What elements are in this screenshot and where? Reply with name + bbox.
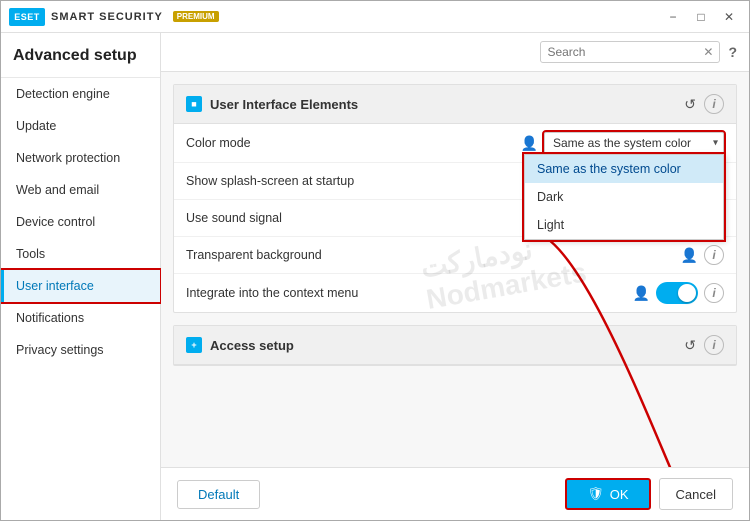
bottom-right-buttons: 🛡 OK Cancel	[565, 478, 733, 510]
section-header-access: + Access setup ↺ i	[174, 326, 736, 365]
ok-button[interactable]: 🛡 OK	[565, 478, 650, 510]
sidebar-item-notifications[interactable]: Notifications	[1, 302, 160, 334]
sidebar-item-web-email[interactable]: Web and email	[1, 174, 160, 206]
app-name: SMART SECURITY	[51, 11, 163, 23]
transparent-control: 👤 i	[681, 245, 724, 265]
cancel-button[interactable]: Cancel	[659, 478, 733, 510]
eset-logo-icon: ESET	[9, 8, 45, 26]
minimize-button[interactable]: −	[661, 7, 685, 27]
color-mode-dropdown-container: Same as the system color ▾ Same as the s…	[544, 132, 724, 154]
integrate-control: 👤 i	[633, 282, 724, 304]
dropdown-option-same[interactable]: Same as the system color	[525, 155, 723, 183]
person-icon-4: 👤	[681, 247, 698, 264]
transparent-bg-label: Transparent background	[186, 248, 681, 262]
maximize-button[interactable]: □	[689, 7, 713, 27]
color-mode-label: Color mode	[186, 136, 521, 150]
integrate-context-label: Integrate into the context menu	[186, 286, 633, 300]
close-button[interactable]: ✕	[717, 7, 741, 27]
color-mode-dropdown[interactable]: Same as the system color	[544, 132, 724, 154]
color-mode-control: 👤 Same as the system color ▾ Same as the…	[521, 132, 724, 154]
content-inner: نودمارکتNodmarkets	[161, 72, 749, 467]
search-clear-button[interactable]: ✕	[703, 45, 713, 59]
section-actions: ↺ i	[684, 94, 724, 114]
section-icon: ■	[186, 96, 202, 112]
section-info-button[interactable]: i	[704, 94, 724, 114]
section-title: User Interface Elements	[210, 97, 358, 112]
integrate-toggle[interactable]	[656, 282, 698, 304]
integrate-info-button[interactable]: i	[704, 283, 724, 303]
sidebar-header: Advanced setup	[1, 33, 160, 78]
access-section-title: Access setup	[210, 338, 294, 353]
transparent-bg-row: Transparent background 👤 i	[174, 237, 736, 274]
person-icon-5: 👤	[633, 285, 650, 302]
sidebar-item-user-interface[interactable]: User interface	[1, 270, 160, 302]
search-input[interactable]	[547, 45, 703, 59]
main-window: ESET SMART SECURITY PREMIUM − □ ✕ Advanc…	[0, 0, 750, 521]
search-box: ✕	[540, 41, 720, 63]
person-icon: 👤	[521, 135, 538, 152]
help-button[interactable]: ?	[728, 44, 737, 60]
color-mode-row: Color mode 👤 Same as the system color ▾	[174, 124, 736, 163]
sidebar-item-update[interactable]: Update	[1, 110, 160, 142]
window-controls: − □ ✕	[661, 7, 741, 27]
toggle-knob	[678, 284, 696, 302]
reset-button[interactable]: ↺	[684, 96, 696, 113]
sidebar: Advanced setup Detection engine Update N…	[1, 33, 161, 520]
dropdown-option-dark[interactable]: Dark	[525, 183, 723, 211]
section-header-ui-elements: ■ User Interface Elements ↺ i	[174, 85, 736, 124]
access-info-button[interactable]: i	[704, 335, 724, 355]
ok-label: OK	[610, 487, 629, 502]
main-content: Advanced setup Detection engine Update N…	[1, 33, 749, 520]
sidebar-item-privacy-settings[interactable]: Privacy settings	[1, 334, 160, 366]
dropdown-value: Same as the system color	[553, 136, 691, 150]
titlebar: ESET SMART SECURITY PREMIUM − □ ✕	[1, 1, 749, 33]
dropdown-option-light[interactable]: Light	[525, 211, 723, 239]
app-logo: ESET SMART SECURITY PREMIUM	[9, 8, 219, 26]
default-button[interactable]: Default	[177, 480, 260, 509]
bottom-bar: Default 🛡 OK Cancel	[161, 467, 749, 520]
content-area: ✕ ? نودمارکتNodmarkets	[161, 33, 749, 520]
premium-badge: PREMIUM	[173, 11, 219, 22]
sidebar-item-network-protection[interactable]: Network protection	[1, 142, 160, 174]
transparent-info-button[interactable]: i	[704, 245, 724, 265]
integrate-context-menu-row: Integrate into the context menu 👤 i	[174, 274, 736, 312]
sidebar-item-device-control[interactable]: Device control	[1, 206, 160, 238]
ok-icon: 🛡	[587, 486, 604, 502]
access-section-icon: +	[186, 337, 202, 353]
color-mode-dropdown-popup: Same as the system color Dark Light	[524, 154, 724, 240]
access-section-actions: ↺ i	[684, 335, 724, 355]
sidebar-item-detection-engine[interactable]: Detection engine	[1, 78, 160, 110]
sidebar-item-tools[interactable]: Tools	[1, 238, 160, 270]
user-interface-elements-section: ■ User Interface Elements ↺ i Color mode…	[173, 84, 737, 313]
content-header: ✕ ?	[161, 33, 749, 72]
access-setup-section: + Access setup ↺ i	[173, 325, 737, 366]
access-reset-button[interactable]: ↺	[684, 337, 696, 354]
